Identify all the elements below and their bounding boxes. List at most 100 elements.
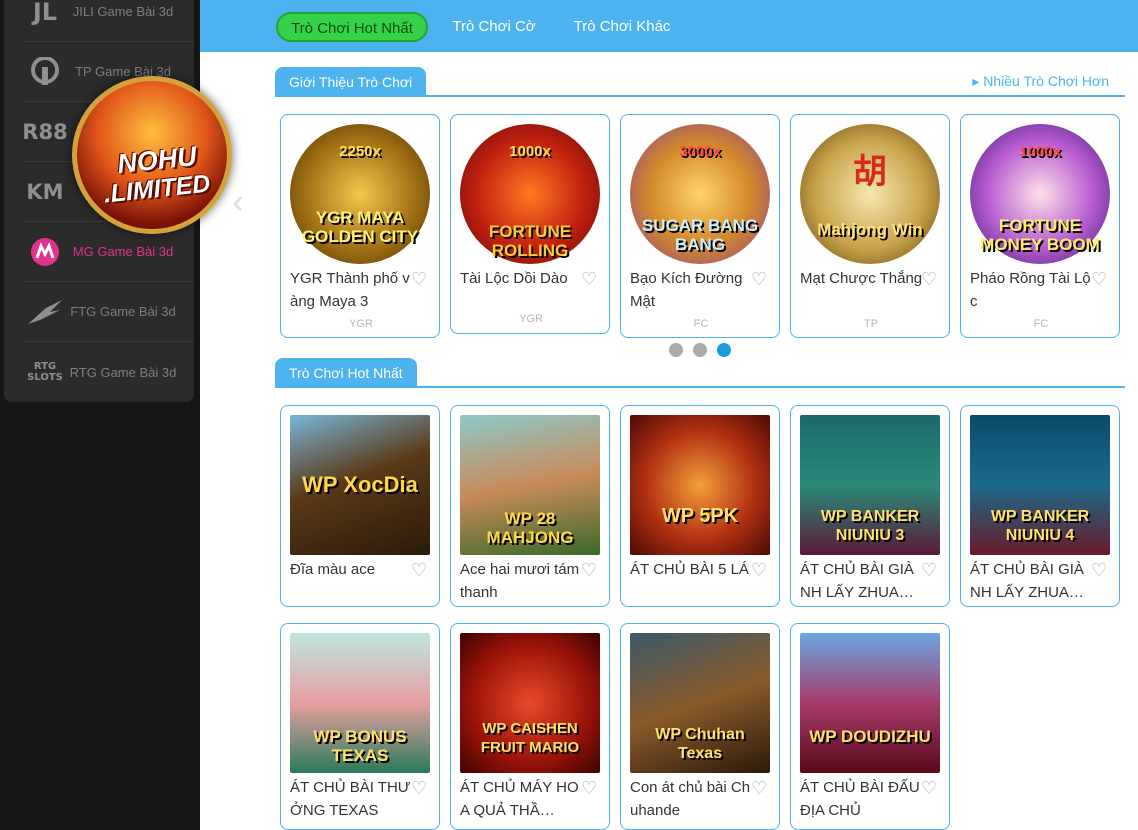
game-title: ÁT CHỦ MÁY HOA QUẢ THẦ… xyxy=(460,779,579,819)
heart-icon[interactable]: ♡ xyxy=(921,561,939,579)
game-art-text: FORTUNE ROLLING xyxy=(488,222,572,260)
heart-icon[interactable]: ♡ xyxy=(581,779,599,797)
hot-game-card[interactable]: WP CAISHEN FRUIT MARIO ÁT CHỦ MÁY HOA QU… xyxy=(450,623,610,830)
heart-icon[interactable]: ♡ xyxy=(921,270,939,288)
hot-game-card[interactable]: WP BANKER NIUNIU 4 ÁT CHỦ BÀI GIÀNH LẤY … xyxy=(960,405,1120,607)
provider-label: RTG Game Bài 3d xyxy=(69,364,177,380)
carousel-dot[interactable] xyxy=(669,343,683,357)
game-thumbnail[interactable]: WP 5PK xyxy=(630,415,770,555)
provider-tag: FC xyxy=(693,318,709,330)
multiplier-badge: 2250x xyxy=(339,143,381,160)
provider-ftg[interactable]: FTG Game Bài 3d xyxy=(22,282,194,342)
carousel-dot-active[interactable] xyxy=(717,343,731,357)
heart-icon[interactable]: ♡ xyxy=(751,779,769,797)
featured-game-card[interactable]: SUGAR BANG BANG 3000x Bạo Kích Đường Mật… xyxy=(620,114,780,338)
tab-board-games[interactable]: Trò Chơi Cờ xyxy=(444,12,544,42)
game-title: Pháo Rồng Tài Lộc xyxy=(970,270,1091,310)
hot-section-title: Trò Chơi Hot Nhất xyxy=(275,358,417,388)
provider-label: MG Game Bài 3d xyxy=(72,244,174,259)
heart-icon[interactable]: ♡ xyxy=(1091,561,1109,579)
game-thumbnail[interactable]: WP 28 MAHJONG xyxy=(460,415,600,555)
featured-game-card[interactable]: YGR MAYA GOLDEN CITY 2250x YGR Thành phố… xyxy=(280,114,440,338)
game-art-text: WP BANKER NIUNIU 3 xyxy=(820,508,920,544)
more-games-link[interactable]: ▸ Nhiều Trò Chơi Hơn xyxy=(972,73,1109,90)
provider-label: JILI Game Bài 3d xyxy=(72,4,174,19)
hot-game-card[interactable]: WP BONUS TEXAS ÁT CHỦ BÀI THƯỞNG TEXAS ♡ xyxy=(280,623,440,830)
heart-icon[interactable]: ♡ xyxy=(921,779,939,797)
r88-logo-icon: R88 xyxy=(22,119,68,144)
game-thumbnail[interactable]: WP Chuhan Texas xyxy=(630,633,770,773)
game-art-text: FORTUNE MONEY BOOM xyxy=(980,216,1100,254)
featured-game-card[interactable]: FORTUNE MONEY BOOM 1000x Pháo Rồng Tài L… xyxy=(960,114,1120,338)
game-art-text: WP 5PK xyxy=(661,505,739,527)
provider-tag: FC xyxy=(1033,318,1049,330)
heart-icon[interactable]: ♡ xyxy=(751,270,769,288)
mg-logo-icon xyxy=(22,234,68,270)
hot-game-card[interactable]: WP XocDia Đĩa màu ace ♡ xyxy=(280,405,440,607)
nohu-limited-badge[interactable]: NOHU .LIMITED xyxy=(72,76,232,234)
heart-icon[interactable]: ♡ xyxy=(411,270,429,288)
game-title: ÁT CHỦ BÀI GIÀNH LẤY ZHUA… xyxy=(970,561,1084,601)
game-art-text: SUGAR BANG BANG xyxy=(641,216,759,254)
game-thumbnail[interactable]: WP CAISHEN FRUIT MARIO xyxy=(460,633,600,773)
game-thumbnail[interactable]: Mahjong Win 胡 xyxy=(800,124,940,264)
heart-icon[interactable]: ♡ xyxy=(581,270,599,288)
tab-hot-games[interactable]: Trò Chơi Hot Nhất xyxy=(276,12,428,42)
provider-tag: TP xyxy=(863,318,879,330)
game-art-text: Mahjong Win xyxy=(817,220,923,239)
hot-game-card[interactable]: WP 5PK ÁT CHỦ BÀI 5 LÁ ♡ xyxy=(620,405,780,607)
multiplier-badge: 1000x xyxy=(1019,143,1061,160)
multiplier-badge: 1000x xyxy=(509,143,551,160)
carousel-dot[interactable] xyxy=(693,343,707,357)
hot-game-card[interactable]: WP Chuhan Texas Con át chủ bài Chuhande … xyxy=(620,623,780,830)
jili-logo-icon: JL xyxy=(32,0,58,26)
game-title: Bạo Kích Đường Mật xyxy=(630,270,743,310)
game-thumbnail[interactable]: YGR MAYA GOLDEN CITY 2250x xyxy=(290,124,430,264)
tp-logo-icon xyxy=(22,54,68,90)
provider-tag: YGR xyxy=(349,318,373,330)
game-title: ÁT CHỦ BÀI 5 LÁ xyxy=(630,561,749,578)
game-art-text: YGR MAYA GOLDEN CITY xyxy=(301,208,419,246)
game-thumbnail[interactable]: WP BANKER NIUNIU 4 xyxy=(970,415,1110,555)
game-thumbnail[interactable]: FORTUNE MONEY BOOM 1000x xyxy=(970,124,1110,264)
provider-tag: YGR xyxy=(519,313,543,325)
heart-icon[interactable]: ♡ xyxy=(581,561,599,579)
game-art-text: WP Chuhan Texas xyxy=(655,726,745,762)
game-thumbnail[interactable]: SUGAR BANG BANG 3000x xyxy=(630,124,770,264)
game-title: Tài Lộc Dồi Dào xyxy=(460,270,568,287)
game-title: Con át chủ bài Chuhande xyxy=(630,779,751,819)
mahjong-tile-icon: 胡 xyxy=(853,153,887,191)
game-title: Ace hai mươi tám thanh xyxy=(460,561,580,601)
game-title: ÁT CHỦ BÀI GIÀNH LẤY ZHUA… xyxy=(800,561,914,601)
km-logo-icon: KM xyxy=(26,179,64,204)
game-art-text: WP XocDia xyxy=(302,472,418,497)
heart-icon[interactable]: ♡ xyxy=(751,561,769,579)
heart-icon[interactable]: ♡ xyxy=(411,561,429,579)
game-title: Mạt Chược Thắng xyxy=(800,270,923,287)
hot-game-card[interactable]: WP BANKER NIUNIU 3 ÁT CHỦ BÀI GIÀNH LẤY … xyxy=(790,405,950,607)
game-art-text: WP 28 MAHJONG xyxy=(486,509,574,547)
featured-section-header: Giới Thiệu Trò Chơi ▸ Nhiều Trò Chơi Hơn xyxy=(275,67,1125,97)
featured-game-card[interactable]: FORTUNE ROLLING 1000x Tài Lộc Dồi Dào ♡ … xyxy=(450,114,610,334)
game-thumbnail[interactable]: WP BONUS TEXAS xyxy=(290,633,430,773)
category-tabbar: Trò Chơi Hot Nhất Trò Chơi Cờ Trò Chơi K… xyxy=(200,0,1138,52)
rtg-logo-icon: RTG SLOTS xyxy=(27,361,63,383)
game-title: Đĩa màu ace xyxy=(290,561,376,578)
heart-icon[interactable]: ♡ xyxy=(1091,270,1109,288)
game-thumbnail[interactable]: WP BANKER NIUNIU 3 xyxy=(800,415,940,555)
hot-game-card[interactable]: WP 28 MAHJONG Ace hai mươi tám thanh ♡ xyxy=(450,405,610,607)
game-title: ÁT CHỦ BÀI ĐẤU ĐỊA CHỦ xyxy=(800,779,920,819)
hot-game-card[interactable]: WP DOUDIZHU ÁT CHỦ BÀI ĐẤU ĐỊA CHỦ ♡ xyxy=(790,623,950,830)
provider-jili[interactable]: JL JILI Game Bài 3d xyxy=(22,0,194,42)
ftg-logo-icon xyxy=(22,294,68,330)
game-art-text: WP BONUS TEXAS xyxy=(313,727,407,765)
tab-other-games[interactable]: Trò Chơi Khác xyxy=(566,12,678,42)
game-thumbnail[interactable]: WP DOUDIZHU xyxy=(800,633,940,773)
featured-section-title: Giới Thiệu Trò Chơi xyxy=(275,67,427,97)
game-thumbnail[interactable]: FORTUNE ROLLING 1000x xyxy=(460,124,600,264)
provider-rtg[interactable]: RTG SLOTS RTG Game Bài 3d xyxy=(22,342,194,402)
heart-icon[interactable]: ♡ xyxy=(411,779,429,797)
game-thumbnail[interactable]: WP XocDia xyxy=(290,415,430,555)
featured-game-card[interactable]: Mahjong Win 胡 Mạt Chược Thắng ♡ TP xyxy=(790,114,950,338)
main-content: Trò Chơi Hot Nhất Trò Chơi Cờ Trò Chơi K… xyxy=(200,0,1138,830)
